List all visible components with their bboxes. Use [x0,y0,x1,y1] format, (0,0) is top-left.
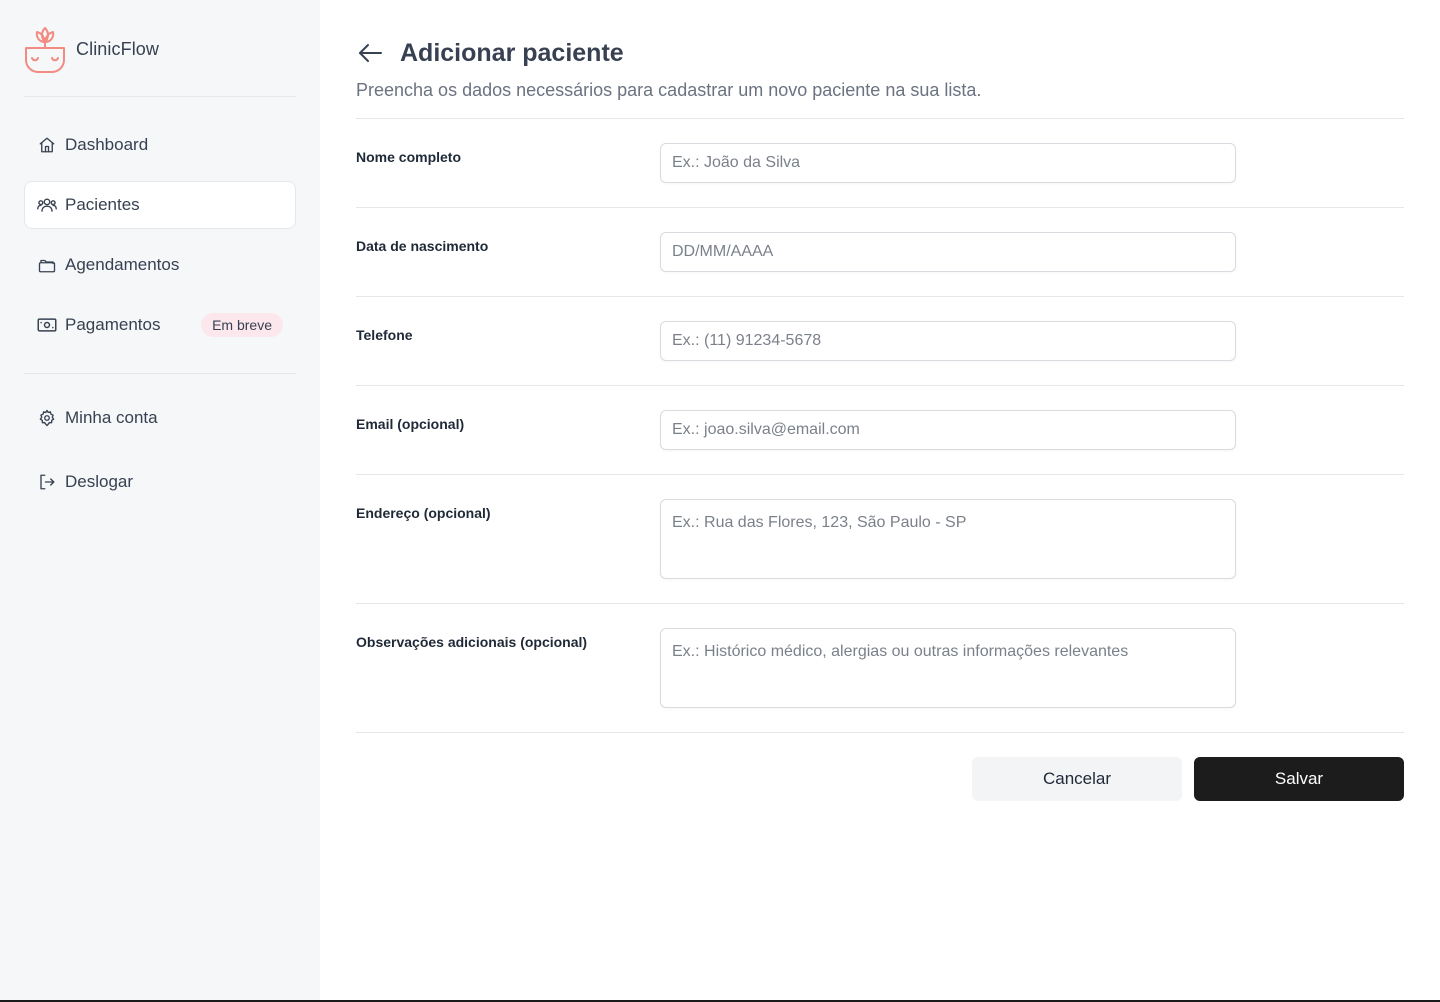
form-row-phone: Telefone [356,297,1404,386]
sidebar-item-label: Dashboard [65,135,149,154]
address-textarea[interactable] [660,499,1236,579]
gear-icon [37,408,57,428]
address-label: Endereço (opcional) [356,505,491,521]
notes-label: Observações adicionais (opcional) [356,634,588,650]
form-row-address: Endereço (opcional) [356,475,1404,604]
sidebar-divider [24,96,296,97]
name-label: Nome completo [356,149,462,165]
phone-label: Telefone [356,327,413,343]
name-input[interactable] [660,143,1236,183]
form-actions: Cancelar Salvar [356,757,1404,801]
notes-textarea[interactable] [660,628,1236,708]
form-row-notes: Observações adicionais (opcional) [356,604,1404,733]
brand[interactable]: ClinicFlow [24,24,296,74]
sidebar-item-label: Minha conta [65,408,158,427]
birth-date-input[interactable] [660,232,1236,272]
coming-soon-badge: Em breve [201,313,283,337]
page-header: Adicionar paciente [356,36,1404,70]
sidebar-nav: Dashboard Pacientes Agendamentos Pagamen… [24,121,296,349]
add-patient-form: Nome completo Data de nascimento Telefon… [356,119,1404,801]
sidebar-secondary-nav: Minha conta Deslogar [24,394,296,506]
sidebar-item-minha-conta[interactable]: Minha conta [24,394,296,442]
logout-icon [37,472,57,492]
back-arrow-icon[interactable] [356,39,384,67]
cancel-button[interactable]: Cancelar [972,757,1182,801]
form-row-email: Email (opcional) [356,386,1404,475]
app-window: ClinicFlow Dashboard Pacientes Agendamen… [0,0,1440,1002]
page-title: Adicionar paciente [400,38,624,67]
sidebar-item-dashboard[interactable]: Dashboard [24,121,296,169]
users-icon [37,195,57,215]
email-input[interactable] [660,410,1236,450]
home-icon [37,135,57,155]
sidebar-item-pagamentos[interactable]: Pagamentos Em breve [24,301,296,349]
page-subtitle: Preencha os dados necessários para cadas… [356,80,982,100]
sidebar-item-label: Deslogar [65,472,134,491]
sidebar: ClinicFlow Dashboard Pacientes Agendamen… [0,0,320,1000]
sidebar-item-deslogar[interactable]: Deslogar [24,458,296,506]
main-content: Adicionar paciente Preencha os dados nec… [320,0,1440,1000]
clinicflow-logo-icon [24,24,66,74]
birth-date-label: Data de nascimento [356,238,489,254]
sidebar-item-label: Pagamentos [65,315,161,334]
sidebar-divider [24,373,296,374]
banknote-icon [37,315,57,335]
email-label: Email (opcional) [356,416,465,432]
sidebar-item-agendamentos[interactable]: Agendamentos [24,241,296,289]
phone-input[interactable] [660,321,1236,361]
sidebar-item-label: Pacientes [65,195,140,214]
app-name: ClinicFlow [76,38,160,59]
form-row-birth: Data de nascimento [356,208,1404,297]
form-row-name: Nome completo [356,119,1404,208]
sidebar-item-pacientes[interactable]: Pacientes [24,181,296,229]
folder-icon [37,255,57,275]
sidebar-item-label: Agendamentos [65,255,180,274]
save-button[interactable]: Salvar [1194,757,1404,801]
